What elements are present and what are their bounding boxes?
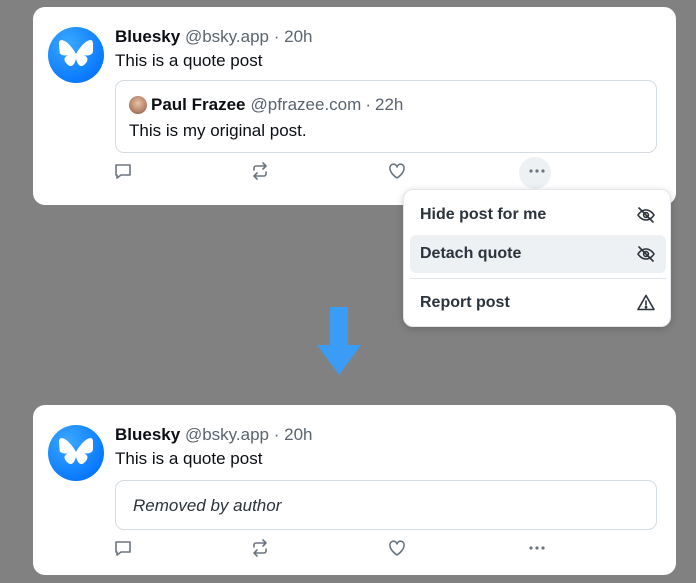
like-button[interactable] (386, 537, 408, 559)
author-handle[interactable]: @bsky.app (185, 27, 269, 46)
menu-item-detach-quote[interactable]: Detach quote (410, 235, 666, 273)
post-actions (33, 537, 676, 561)
author-handle[interactable]: @bsky.app (185, 425, 269, 444)
like-button[interactable] (386, 160, 408, 182)
quoted-post-text: This is my original post. (129, 121, 307, 140)
repost-icon (253, 162, 267, 180)
eye-slash-icon (637, 207, 655, 223)
more-icon (529, 169, 545, 173)
separator: · (365, 95, 371, 114)
more-button[interactable] (526, 160, 548, 182)
menu-item-label: Hide post for me (420, 206, 547, 223)
more-icon (529, 546, 545, 550)
post-time[interactable]: 20h (284, 27, 312, 46)
quoted-post-time: 22h (374, 95, 404, 114)
separator: · (273, 27, 280, 46)
repost-button[interactable] (249, 537, 271, 559)
reply-button[interactable] (112, 537, 134, 559)
repost-icon (253, 539, 267, 557)
menu-item-hide-post[interactable]: Hide post for me (410, 196, 666, 234)
down-arrow-icon (317, 307, 361, 375)
menu-item-label: Detach quote (420, 245, 522, 262)
butterfly-icon (59, 40, 93, 66)
post-text: This is a quote post (115, 449, 263, 468)
post-options-menu: Hide post for me Detach quote Report pos… (403, 189, 671, 327)
reply-icon (115, 164, 131, 179)
menu-item-label: Report post (420, 294, 510, 311)
post-time[interactable]: 20h (284, 425, 312, 444)
butterfly-icon (59, 438, 93, 464)
like-icon (389, 163, 405, 179)
separator: · (273, 425, 280, 444)
avatar[interactable] (48, 27, 104, 83)
post-header: Bluesky @bsky.app · 20h (115, 425, 313, 445)
post-card-before[interactable]: Bluesky @bsky.app · 20h This is a quote … (33, 7, 676, 205)
like-icon (389, 540, 405, 556)
post-header: Bluesky @bsky.app · 20h (115, 27, 313, 47)
removed-quote-placeholder: Removed by author (115, 480, 657, 530)
repost-button[interactable] (249, 160, 271, 182)
reply-icon (115, 541, 131, 556)
menu-item-report-post[interactable]: Report post (410, 284, 666, 322)
removed-quote-text: Removed by author (133, 496, 282, 515)
quoted-post[interactable]: Paul Frazee @pfrazee.com · 22h This is m… (115, 80, 657, 153)
quoted-author-name: Paul Frazee (151, 95, 246, 114)
avatar[interactable] (48, 425, 104, 481)
post-text: This is a quote post (115, 51, 263, 70)
warning-icon (637, 294, 655, 311)
menu-divider (410, 278, 666, 279)
author-name[interactable]: Bluesky (115, 27, 180, 46)
quoted-author-handle: @pfrazee.com (250, 95, 362, 114)
post-card-after[interactable]: Bluesky @bsky.app · 20h This is a quote … (33, 405, 676, 575)
more-button[interactable] (526, 537, 548, 559)
reply-button[interactable] (112, 160, 134, 182)
post-actions (33, 157, 676, 189)
quoted-post-header: Paul Frazee @pfrazee.com · 22h (129, 95, 403, 115)
avatar (129, 96, 147, 114)
author-name[interactable]: Bluesky (115, 425, 180, 444)
eye-slash-icon (637, 246, 655, 262)
